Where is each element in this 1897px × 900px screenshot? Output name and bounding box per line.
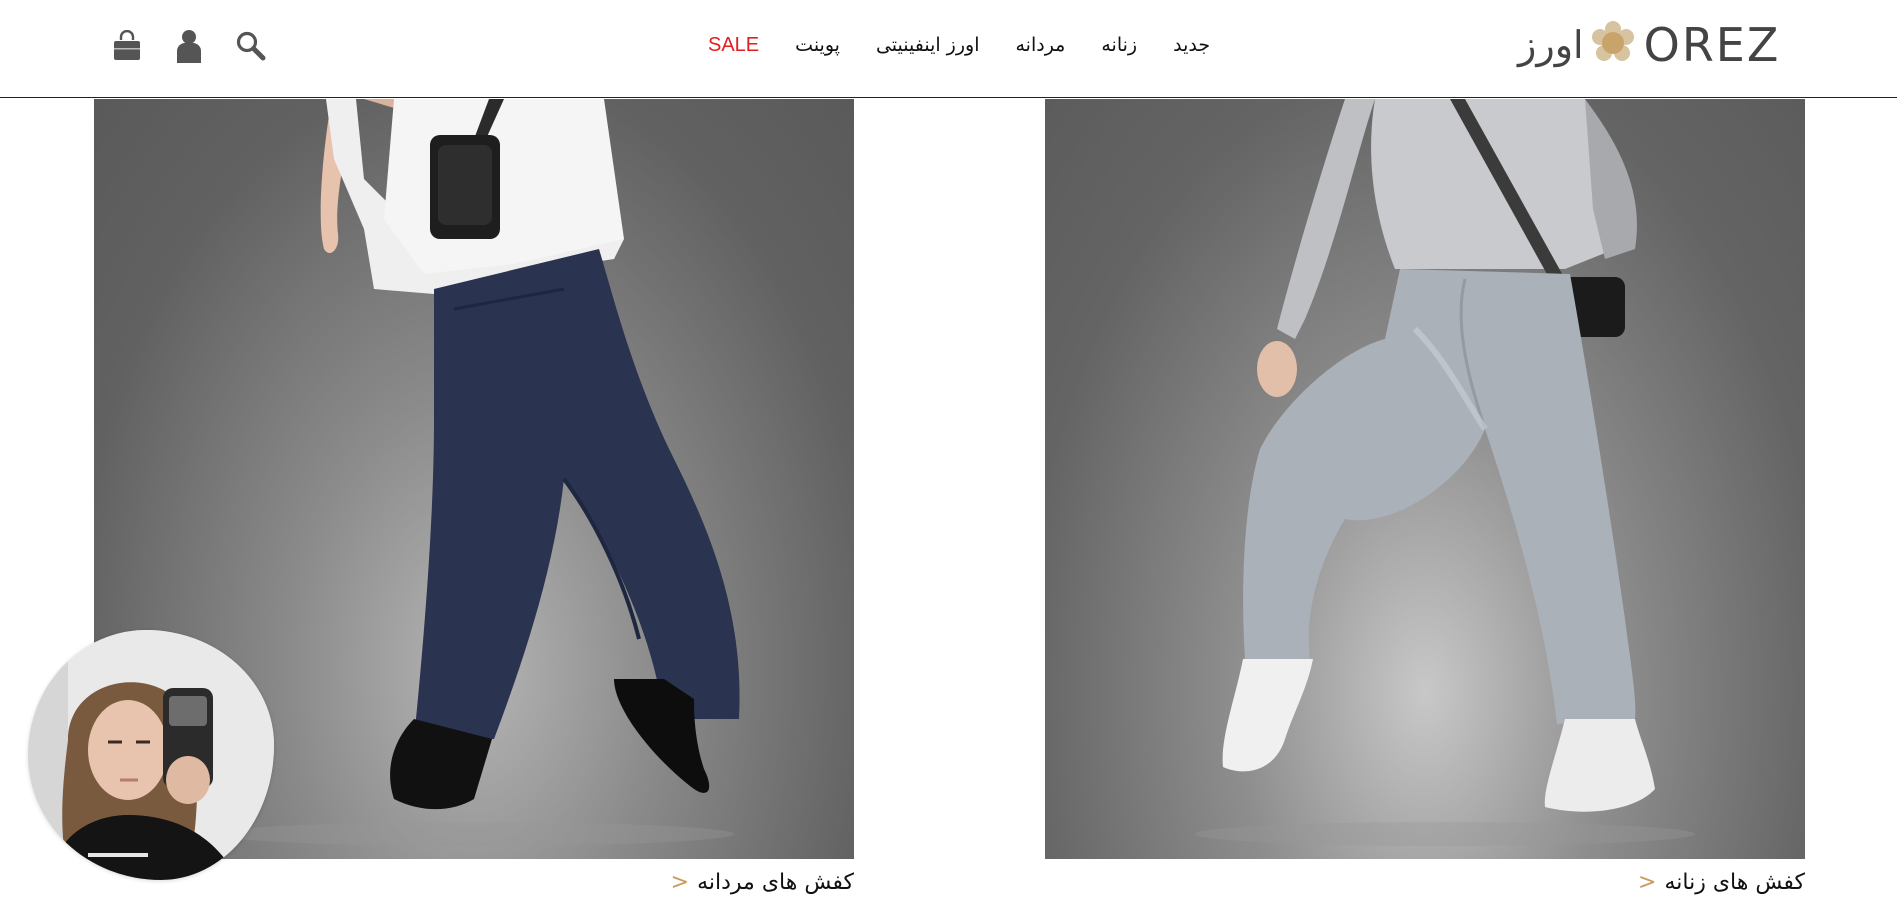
women-model-image	[1195, 99, 1695, 846]
nav-item-point[interactable]: پوینت	[777, 30, 858, 61]
story-thumbnail	[28, 630, 274, 880]
site-header: جدید زنانه مردانه اورز اینفینیتی پوینت S…	[0, 0, 1897, 98]
women-shoes-label: کفش های زنانه	[1664, 870, 1805, 895]
search-icon[interactable]	[234, 28, 268, 64]
site-logo[interactable]: اورز OREZ	[1518, 14, 1780, 76]
nav-item-orez-infinity[interactable]: اورز اینفینیتی	[858, 30, 998, 61]
men-shoes-link[interactable]: کفش های مردانه <	[671, 870, 854, 895]
chevron-left-icon: <	[670, 870, 690, 895]
logo-text-fa: اورز	[1518, 23, 1584, 67]
logo-text-en: OREZ	[1643, 18, 1781, 72]
nav-item-men[interactable]: مردانه	[997, 30, 1083, 61]
men-shoes-label: کفش های مردانه	[697, 870, 854, 895]
nav-item-sale[interactable]: SALE	[690, 30, 777, 61]
nav-item-new[interactable]: جدید	[1155, 30, 1228, 61]
shopping-bag-icon[interactable]	[110, 28, 144, 64]
women-shoes-link[interactable]: کفش های زنانه <	[1638, 870, 1805, 895]
women-shoes-banner[interactable]	[1045, 99, 1805, 859]
user-icon[interactable]	[172, 28, 206, 64]
story-video-bubble[interactable]	[28, 630, 274, 880]
header-icons	[110, 28, 268, 64]
chevron-left-icon: <	[1638, 870, 1657, 895]
nav-item-women[interactable]: زنانه	[1083, 30, 1155, 61]
main-nav: جدید زنانه مردانه اورز اینفینیتی پوینت S…	[690, 30, 1228, 61]
flower-logo-icon	[1590, 20, 1636, 70]
